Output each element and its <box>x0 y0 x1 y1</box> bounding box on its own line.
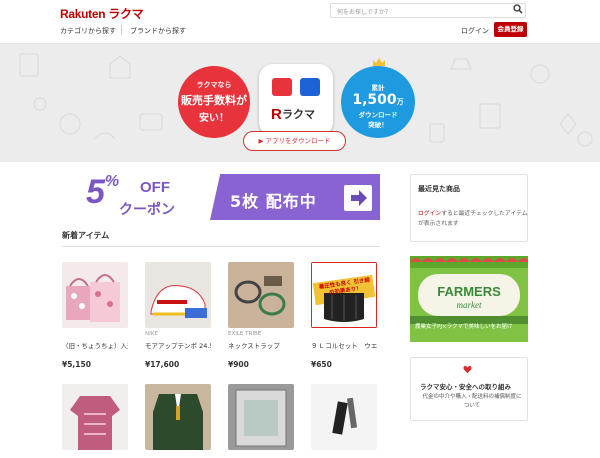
item-title[interactable]: ９ L コルセット ウエス <box>311 340 377 350</box>
farmers-subtitle: market <box>457 300 482 310</box>
item-card[interactable] <box>311 384 377 450</box>
section-divider <box>62 246 380 247</box>
arrow-right-icon <box>351 190 367 206</box>
item-price: ¥17,600 <box>145 360 180 369</box>
logo-brand: Rakuten <box>60 7 106 21</box>
item-card[interactable]: 着圧性も良く 引き締め効果あり！ ９ L コルセット ウエス ¥650 <box>311 262 377 369</box>
nav-divider <box>121 25 122 35</box>
item-price: ¥900 <box>228 360 249 369</box>
item-brand <box>311 331 377 338</box>
item-thumbnail[interactable] <box>145 262 211 328</box>
downloads-line4: 突破！ <box>368 121 388 129</box>
item-title[interactable]: モアアップテンポ 24.5cm <box>145 340 211 350</box>
app-download-button[interactable]: ▶ アプリをダウンロード <box>243 131 346 151</box>
coupon-percent: 5% <box>86 173 119 212</box>
item-brand <box>62 331 128 338</box>
item-thumbnail[interactable]: 着圧性も良く 引き締め効果あり！ <box>311 262 377 328</box>
coupon-off: OFF <box>140 179 170 196</box>
farmers-caption: 農業女子PJ×ラクマで美味しいをお届け <box>415 324 513 330</box>
tote-bag-image <box>62 262 128 328</box>
recent-login-link[interactable]: ログイン <box>418 211 441 217</box>
item-card[interactable]: EXILE TRIBE ネックストラップ ¥900 <box>228 262 294 369</box>
item-thumbnail[interactable] <box>145 384 211 450</box>
coupon-arrow-button[interactable] <box>344 185 372 211</box>
downloads-unit: 万 <box>396 98 404 106</box>
site-header: Rakuten ラクマ 何をお探しですか？ カテゴリから探す ブランドから探す ロ… <box>0 0 600 44</box>
sweater-image <box>62 384 128 450</box>
low-fee-line2: 販売手数料が <box>181 94 247 107</box>
low-fee-bubble: ラクマなら 販売手数料が 安い！ <box>178 66 250 138</box>
item-price: ¥650 <box>311 360 332 369</box>
item-title[interactable]: ネックストラップ <box>228 340 294 350</box>
item-title[interactable]: （旧・ちょうちょ）入選 <box>62 340 128 350</box>
uniform-image <box>145 384 211 450</box>
app-download-label: アプリをダウンロード <box>265 137 331 145</box>
neck-strap-image <box>228 262 294 328</box>
search-icon[interactable] <box>513 4 523 14</box>
search-input[interactable]: 何をお探しですか？ <box>330 3 526 18</box>
coupon-distribution-label: 5枚 配布中 <box>230 192 317 211</box>
item-card[interactable]: NIKE モアアップテンポ 24.5cm ¥17,600 <box>145 262 211 369</box>
safety-title[interactable]: ラクマ安心・安全への取り組み <box>420 381 511 391</box>
app-icon-letter: R <box>271 106 282 123</box>
item-thumbnail[interactable] <box>311 384 377 450</box>
app-icon-name: ラクマ <box>282 108 315 121</box>
item-thumbnail[interactable] <box>228 384 294 450</box>
item-thumbnail[interactable] <box>228 262 294 328</box>
coupon-percent-sign: % <box>104 173 120 190</box>
downloads-number: 1,500 <box>352 92 397 108</box>
app-icon-art: R ラクマ <box>271 78 320 123</box>
item-thumbnail[interactable] <box>62 384 128 450</box>
item-thumbnail[interactable] <box>62 262 128 328</box>
recent-items-message: ログインすると最近チェックしたアイテムが表示されます <box>418 209 528 229</box>
coupon-label: クーポン <box>119 202 175 218</box>
item-card[interactable]: （旧・ちょうちょ）入選 ¥5,150 <box>62 262 128 369</box>
pen-image <box>311 384 377 450</box>
rakuma-logo[interactable]: Rakuten ラクマ <box>60 5 144 22</box>
item-card[interactable] <box>228 384 294 450</box>
register-button[interactable]: 会員登録 <box>494 22 527 37</box>
downloads-count: 1,500万 <box>341 92 415 108</box>
new-items-title: 新着アイテム <box>62 231 110 240</box>
farmers-title: FARMERS <box>437 284 501 299</box>
recent-items-title: 最近見た商品 <box>418 185 460 193</box>
item-price: ¥5,150 <box>62 360 91 369</box>
packaged-item-image <box>228 384 294 450</box>
downloads-line1: 累計 <box>371 84 385 92</box>
logo-sub: ラクマ <box>108 7 144 21</box>
sneaker-image <box>145 262 211 328</box>
safety-text: 代金の中介や購入・配送料の補償制度について <box>422 394 522 409</box>
item-brand: NIKE <box>145 331 158 337</box>
nav-brand[interactable]: ブランドから探す <box>130 26 186 36</box>
item-card[interactable] <box>62 384 128 450</box>
low-fee-line1: ラクマなら <box>196 81 232 89</box>
login-link[interactable]: ログイン <box>461 26 489 36</box>
rakuma-app-icon[interactable]: R ラクマ <box>259 64 333 136</box>
item-card[interactable] <box>145 384 211 450</box>
downloads-bubble: 累計 1,500万 ダウンロード 突破！ <box>341 66 415 138</box>
item-brand: EXILE TRIBE <box>228 331 262 337</box>
heart-icon <box>463 365 472 374</box>
coupon-percent-value: 5 <box>86 173 105 211</box>
nav-category[interactable]: カテゴリから探す <box>60 26 116 36</box>
play-icon: ▶ <box>258 137 266 145</box>
downloads-line3: ダウンロード <box>358 111 398 119</box>
low-fee-line3: 安い！ <box>199 113 229 124</box>
app-promo-hero: ラクマなら 販売手数料が 安い！ R ラクマ 累計 1,500万 ダウンロード … <box>0 44 600 162</box>
